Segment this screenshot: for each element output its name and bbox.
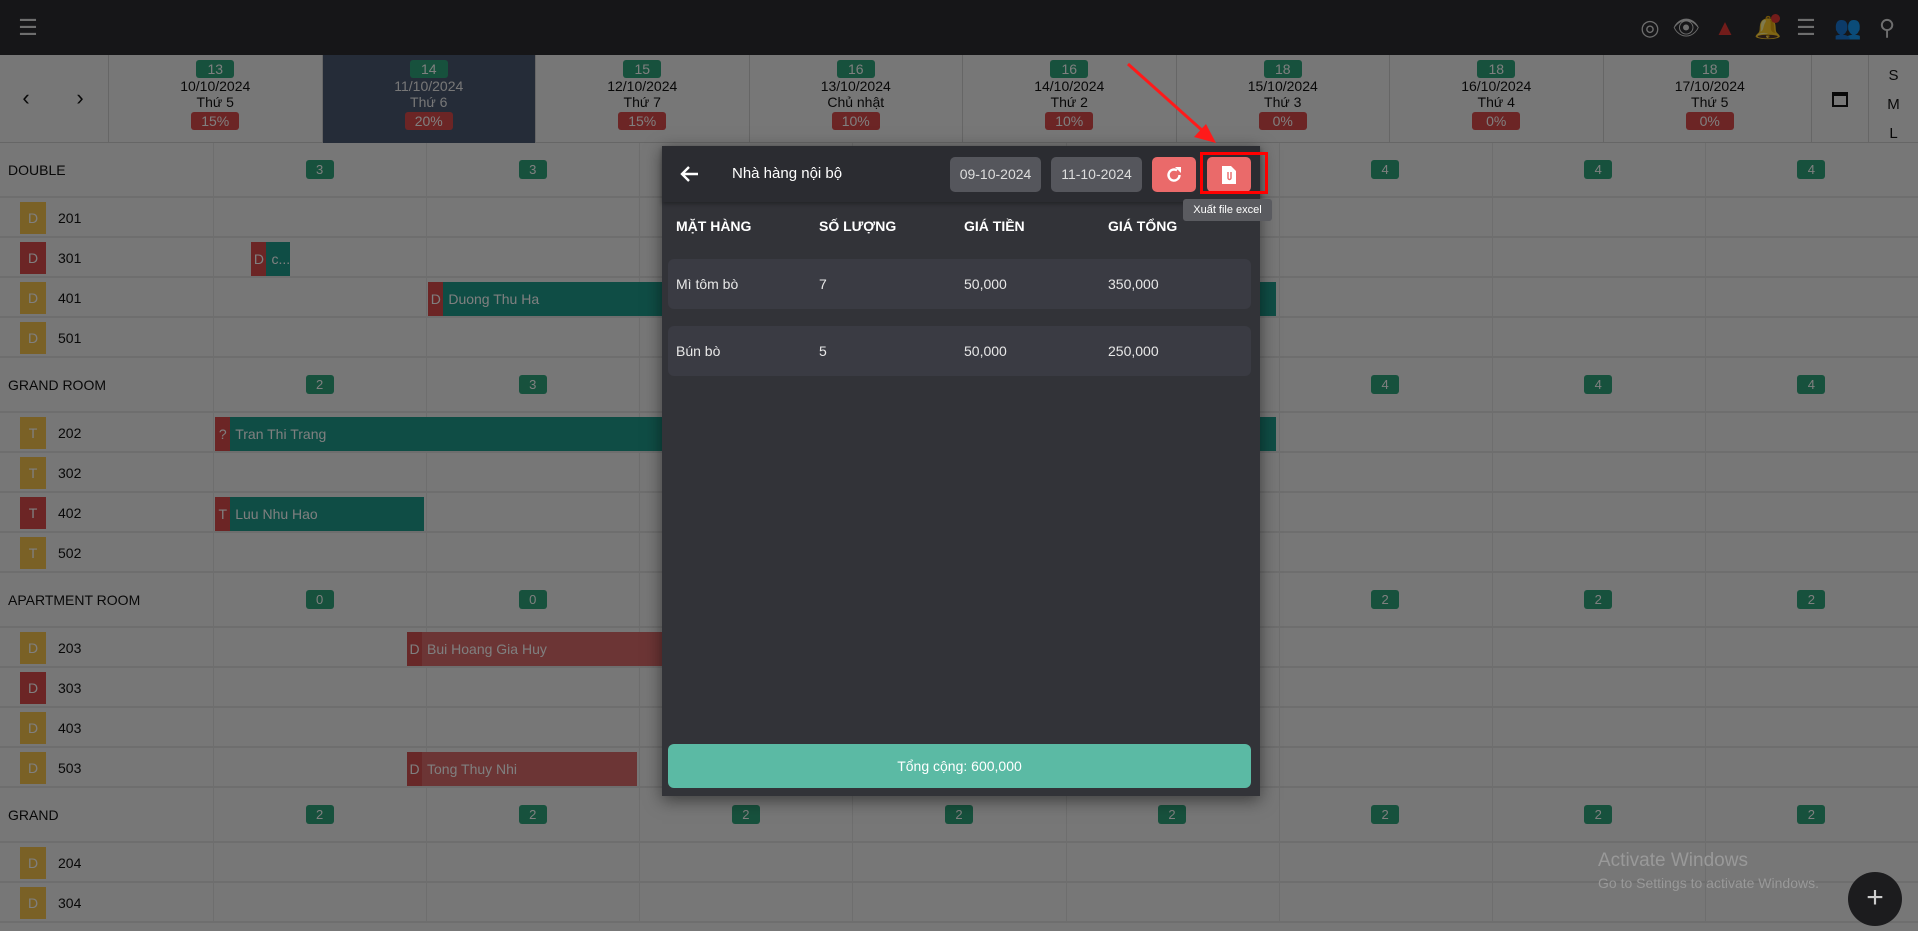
table-cell: 5 bbox=[819, 343, 827, 359]
table-cell: 250,000 bbox=[1108, 343, 1159, 359]
table-cell: 50,000 bbox=[964, 343, 1007, 359]
refresh-button[interactable] bbox=[1152, 157, 1196, 192]
table-row[interactable]: Mì tôm bò 7 50,000 350,000 bbox=[668, 259, 1251, 309]
column-header: GIÁ TỔNG bbox=[1108, 218, 1178, 234]
column-header: SỐ LƯỢNG bbox=[819, 218, 897, 234]
date-from-input[interactable]: 09-10-2024 bbox=[950, 157, 1041, 192]
export-tooltip: Xuất file excel bbox=[1183, 199, 1272, 221]
windows-watermark: Activate Windows Go to Settings to activ… bbox=[1598, 850, 1819, 891]
total-button[interactable]: Tổng cộng: 600,000 bbox=[668, 744, 1251, 788]
watermark-subtitle: Go to Settings to activate Windows. bbox=[1598, 875, 1819, 891]
highlight-box bbox=[1200, 152, 1268, 194]
modal-title: Nhà hàng nội bộ bbox=[732, 165, 843, 182]
table-cell: 50,000 bbox=[964, 276, 1007, 292]
table-cell: Bún bò bbox=[676, 343, 721, 359]
table-cell: 350,000 bbox=[1108, 276, 1159, 292]
watermark-title: Activate Windows bbox=[1598, 850, 1748, 871]
table-cell: Mì tôm bò bbox=[676, 276, 739, 292]
column-header: MẶT HÀNG bbox=[676, 218, 752, 234]
restaurant-modal: Nhà hàng nội bộ 09-10-2024 11-10-2024 MẶ… bbox=[662, 146, 1260, 796]
refresh-icon bbox=[1167, 166, 1181, 182]
table-cell: 7 bbox=[819, 276, 827, 292]
column-header: GIÁ TIỀN bbox=[964, 218, 1025, 234]
back-arrow-icon[interactable] bbox=[680, 164, 700, 184]
add-fab-button[interactable]: + bbox=[1848, 872, 1902, 926]
table-row[interactable]: Bún bò 5 50,000 250,000 bbox=[668, 326, 1251, 376]
modal-header: Nhà hàng nội bộ 09-10-2024 11-10-2024 bbox=[662, 146, 1260, 202]
date-to-input[interactable]: 11-10-2024 bbox=[1051, 157, 1142, 192]
